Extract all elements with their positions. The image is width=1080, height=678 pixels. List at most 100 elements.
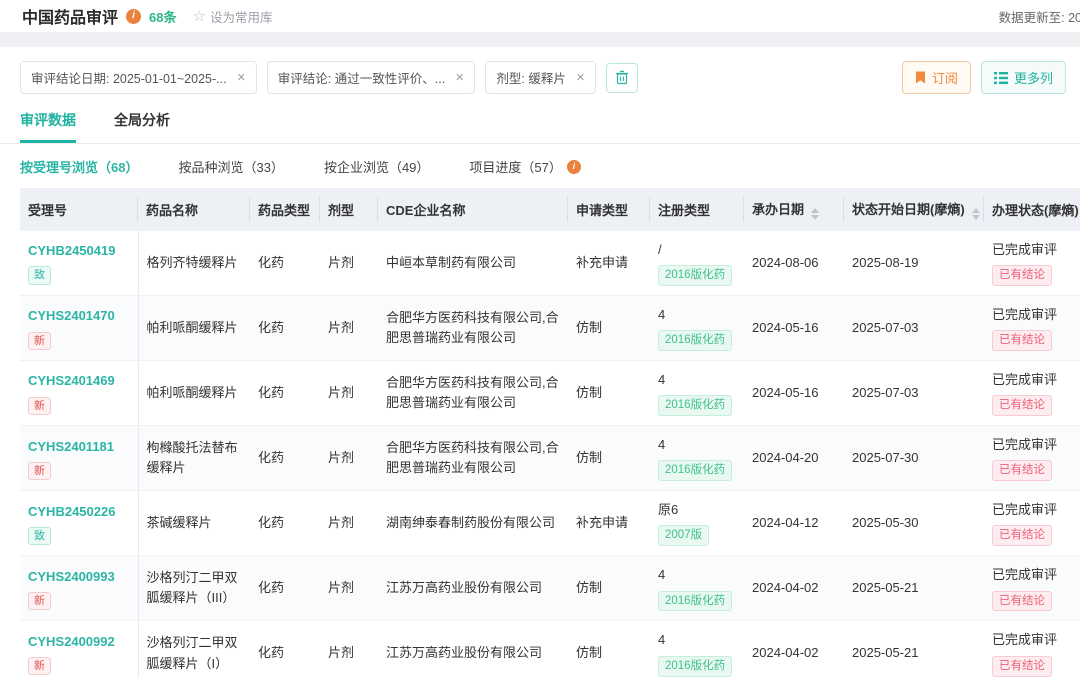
column-header: 申请类型 xyxy=(568,188,650,231)
conclusion-badge: 已有结论 xyxy=(992,330,1052,351)
acceptance-date-cell: 2024-05-16 xyxy=(744,361,844,426)
handling-status-cell: 已完成审评已有结论 xyxy=(984,296,1080,361)
registration-badge: 2016版化药 xyxy=(658,656,732,677)
filter-chip-label: 剂型: 缓释片 xyxy=(496,68,565,87)
data-update-notice: 数据更新至: 20 xyxy=(999,7,1080,26)
page-title: 中国药品审评 xyxy=(22,4,118,28)
status-start-date-cell: 2025-07-30 xyxy=(844,426,984,491)
application-type-cell: 仿制 xyxy=(568,621,650,678)
status-text: 已完成审评 xyxy=(992,305,1072,325)
table-row: CYHS2400992新沙格列汀二甲双胍缓释片（I）化药片剂江苏万高药业股份有限… xyxy=(20,621,1080,678)
registration-no: / xyxy=(658,240,736,260)
close-icon[interactable]: ✕ xyxy=(455,71,464,84)
table-body: CYHB2450419致格列齐特缓释片化药片剂中峘本草制药有限公司补充申请/20… xyxy=(20,231,1080,678)
tab-global-analysis[interactable]: 全局分析 xyxy=(114,110,170,143)
drug-type-cell: 化药 xyxy=(250,426,320,491)
dosage-form-cell: 片剂 xyxy=(320,426,378,491)
toolbar-actions: 订阅 更多列 xyxy=(902,61,1066,94)
registration-type-cell: /2016版化药 xyxy=(650,231,744,296)
filter-chip-review-date[interactable]: 审评结论日期: 2025-01-01~2025-... ✕ xyxy=(20,61,257,94)
company-cell: 湖南绅泰春制药股份有限公司 xyxy=(378,491,568,556)
drug-name-cell: 格列齐特缓释片 xyxy=(138,231,250,296)
acceptance-badge: 新 xyxy=(28,397,51,415)
registration-badge: 2016版化药 xyxy=(658,395,732,416)
column-header: 药品类型 xyxy=(250,188,320,231)
registration-no: 原6 xyxy=(658,500,736,520)
more-columns-button[interactable]: 更多列 xyxy=(981,61,1066,94)
registration-no: 4 xyxy=(658,305,736,325)
acceptance-no-cell: CYHS2401470 新 xyxy=(20,296,138,361)
application-type-cell: 仿制 xyxy=(568,361,650,426)
info-icon[interactable]: i xyxy=(126,9,141,24)
filter-chip-dosage-form[interactable]: 剂型: 缓释片 ✕ xyxy=(485,61,596,94)
favorite-toggle[interactable]: ☆ 设为常用库 xyxy=(192,7,272,26)
registration-no: 4 xyxy=(658,435,736,455)
acceptance-no-link[interactable]: CYHB2450226 xyxy=(28,502,130,522)
registration-type-cell: 42016版化药 xyxy=(650,556,744,621)
acceptance-badge: 新 xyxy=(28,462,51,480)
acceptance-no-link[interactable]: CYHS2400992 xyxy=(28,632,130,652)
acceptance-badge: 致 xyxy=(28,527,51,545)
tab-review-data[interactable]: 审评数据 xyxy=(20,110,76,143)
subnav-by-acceptance-no[interactable]: 按受理号浏览（68） xyxy=(20,157,138,176)
acceptance-no-cell: CYHB2450226 致 xyxy=(20,491,138,556)
acceptance-no-link[interactable]: CYHS2400993 xyxy=(28,567,130,587)
acceptance-date-cell: 2024-04-12 xyxy=(744,491,844,556)
column-header: 药品名称 xyxy=(138,188,250,231)
drug-name-cell: 帕利哌酮缓释片 xyxy=(138,361,250,426)
info-icon[interactable]: i xyxy=(567,160,581,174)
status-text: 已完成审评 xyxy=(992,370,1072,390)
trash-icon xyxy=(615,70,629,85)
main-tabs: 审评数据 全局分析 xyxy=(0,110,1080,144)
handling-status-cell: 已完成审评已有结论 xyxy=(984,621,1080,678)
table-row: CYHS2401181新枸橼酸托法替布缓释片化药片剂合肥华方医药科技有限公司,合… xyxy=(20,426,1080,491)
sort-icon[interactable] xyxy=(811,208,819,220)
subnav-by-company[interactable]: 按企业浏览（49） xyxy=(324,157,429,176)
status-text: 已完成审评 xyxy=(992,565,1072,585)
table-head-row: 受理号药品名称药品类型剂型CDE企业名称申请类型注册类型承办日期状态开始日期(摩… xyxy=(20,188,1080,231)
acceptance-badge: 新 xyxy=(28,332,51,350)
column-header[interactable]: 状态开始日期(摩熵) xyxy=(844,188,984,231)
star-icon: ☆ xyxy=(192,7,205,25)
conclusion-badge: 已有结论 xyxy=(992,656,1052,677)
acceptance-no-cell: CYHS2401181 新 xyxy=(20,426,138,491)
registration-type-cell: 原62007版 xyxy=(650,491,744,556)
acceptance-badge: 新 xyxy=(28,592,51,610)
column-header: CDE企业名称 xyxy=(378,188,568,231)
acceptance-date-cell: 2024-05-16 xyxy=(744,296,844,361)
registration-type-cell: 42016版化药 xyxy=(650,426,744,491)
dosage-form-cell: 片剂 xyxy=(320,491,378,556)
acceptance-no-link[interactable]: CYHS2401470 xyxy=(28,306,130,326)
subnav-project-progress[interactable]: 项目进度（57） i xyxy=(469,157,580,176)
subscribe-button[interactable]: 订阅 xyxy=(902,61,971,94)
sort-icon[interactable] xyxy=(972,208,980,220)
acceptance-no-link[interactable]: CYHS2401181 xyxy=(28,437,130,457)
registration-badge: 2016版化药 xyxy=(658,591,732,612)
dosage-form-cell: 片剂 xyxy=(320,231,378,296)
filter-row: 审评结论日期: 2025-01-01~2025-... ✕ 审评结论: 通过一致… xyxy=(0,47,1080,94)
drug-name-cell: 帕利哌酮缓释片 xyxy=(138,296,250,361)
record-count-badge: 68条 xyxy=(149,7,176,26)
filter-chip-review-conclusion[interactable]: 审评结论: 通过一致性评价、... ✕ xyxy=(267,61,476,94)
status-start-date-cell: 2025-05-21 xyxy=(844,556,984,621)
column-header: 办理状态(摩熵) xyxy=(984,188,1080,231)
dosage-form-cell: 片剂 xyxy=(320,296,378,361)
clear-filters-button[interactable] xyxy=(606,63,638,93)
close-icon[interactable]: ✕ xyxy=(576,71,585,84)
drug-name-cell: 茶碱缓释片 xyxy=(138,491,250,556)
acceptance-no-link[interactable]: CYHB2450419 xyxy=(28,241,130,261)
application-type-cell: 补充申请 xyxy=(568,231,650,296)
subnav-by-variety[interactable]: 按品种浏览（33） xyxy=(178,157,283,176)
company-cell: 合肥华方医药科技有限公司,合肥思普瑞药业有限公司 xyxy=(378,296,568,361)
dosage-form-cell: 片剂 xyxy=(320,556,378,621)
more-columns-label: 更多列 xyxy=(1014,68,1053,87)
acceptance-badge: 新 xyxy=(28,657,51,675)
acceptance-no-link[interactable]: CYHS2401469 xyxy=(28,371,130,391)
handling-status-cell: 已完成审评已有结论 xyxy=(984,426,1080,491)
close-icon[interactable]: ✕ xyxy=(237,71,246,84)
column-header[interactable]: 承办日期 xyxy=(744,188,844,231)
registration-type-cell: 42016版化药 xyxy=(650,296,744,361)
drug-name-cell: 沙格列汀二甲双胍缓释片（I） xyxy=(138,621,250,678)
background-band xyxy=(0,32,1080,47)
column-header: 注册类型 xyxy=(650,188,744,231)
